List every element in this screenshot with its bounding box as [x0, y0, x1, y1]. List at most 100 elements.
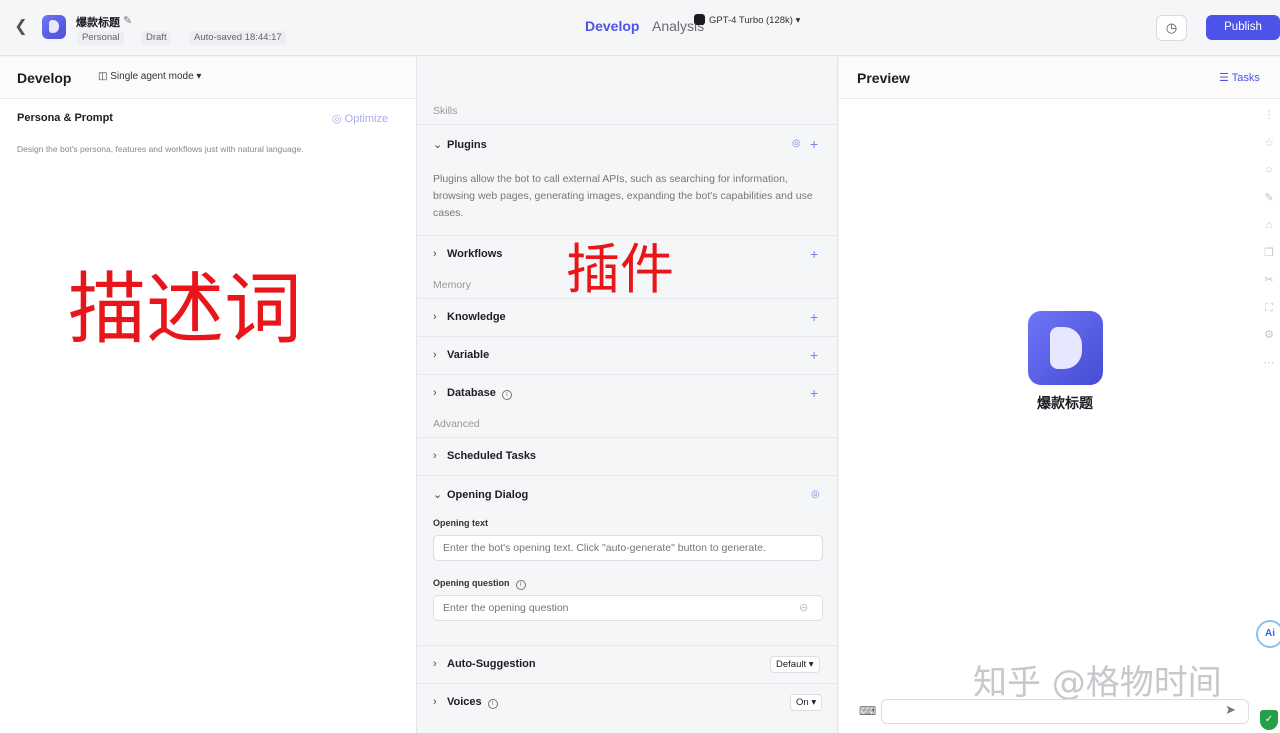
settings-icon[interactable]: ⚙ — [1258, 322, 1280, 350]
chat-bubble-icon[interactable]: ○ — [1258, 157, 1280, 185]
database-title: Database — [447, 387, 496, 399]
bot-avatar-large — [1028, 311, 1103, 385]
section-memory: Memory — [433, 279, 471, 291]
mode-label: Single agent mode — [110, 71, 194, 82]
section-skills: Skills — [433, 105, 458, 117]
add-variable-icon[interactable]: + — [810, 348, 818, 362]
opening-text-input[interactable] — [433, 535, 823, 561]
ai-assistant-badge[interactable]: Ai — [1256, 620, 1280, 648]
caret-down-icon: ▾ — [795, 15, 801, 26]
tasks-icon: ☰ — [1219, 72, 1229, 84]
auto-suggestion-value: Default — [776, 659, 807, 670]
opening-dialog-toggle[interactable]: ⌄ Opening Dialog — [433, 488, 528, 501]
variable-row[interactable]: › Variable + — [418, 336, 838, 374]
auto-suggestion-row[interactable]: › Auto-Suggestion Default ▾ — [418, 645, 838, 683]
more-icon[interactable]: ⋯ — [1258, 350, 1280, 378]
edit-icon[interactable]: ✎ — [123, 14, 132, 27]
knowledge-row[interactable]: › Knowledge + — [418, 298, 838, 336]
chevron-down-icon: ⌄ — [433, 489, 443, 501]
tasks-button[interactable]: ☰ Tasks — [1219, 71, 1260, 84]
optimize-icon: ◎ — [332, 113, 342, 125]
caret-down-icon: ▾ — [196, 71, 202, 82]
add-plugin-icon[interactable]: + — [810, 137, 818, 151]
auto-generate-icon[interactable]: ◎ — [811, 489, 820, 500]
opening-text-label: Opening text — [433, 518, 489, 528]
side-toolbar: ⋮ ☆ ○ ✎ ⌂ ❐ ✂ ⛶ ⚙ ⋯ — [1258, 102, 1280, 377]
preview-panel: Preview ☰ Tasks 爆款标题 ⋮ ☆ ○ ✎ ⌂ ❐ ✂ ⛶ ⚙ ⋯… — [839, 57, 1280, 733]
add-knowledge-icon[interactable]: + — [810, 310, 818, 324]
watermark: 知乎 @格物时间 — [973, 663, 1222, 703]
auto-suggestion-select[interactable]: Default ▾ — [770, 656, 820, 673]
model-icon — [694, 14, 705, 25]
tab-develop[interactable]: Develop — [585, 18, 639, 34]
bot-name: 爆款标题 — [76, 17, 120, 29]
optimize-label: Optimize — [344, 113, 389, 125]
voices-select[interactable]: On ▾ — [790, 694, 823, 711]
plugins-toggle[interactable]: ⌄ Plugins — [433, 138, 487, 151]
optimize-button[interactable]: ◎ Optimize — [332, 112, 388, 125]
chevron-right-icon: › — [433, 311, 437, 323]
top-bar: ❮ 爆款标题 ✎ Personal Draft Auto-saved 18:44… — [0, 0, 1280, 56]
grid-dots-icon[interactable]: ⋮ — [1258, 102, 1280, 130]
info-icon[interactable]: i — [515, 580, 526, 590]
bot-avatar — [42, 15, 66, 39]
auto-generate-icon[interactable]: ◎ — [792, 138, 801, 149]
chat-input[interactable] — [881, 699, 1249, 724]
tag-personal: Personal — [78, 31, 124, 45]
keyboard-icon[interactable]: ⌨ — [859, 704, 876, 718]
model-select[interactable]: GPT-4 Turbo (128k) ▾ — [694, 14, 800, 26]
mode-select[interactable]: ◫ Single agent mode ▾ — [98, 71, 201, 82]
pen-icon[interactable]: ✎ — [1258, 185, 1280, 213]
preview-header: Preview ☰ Tasks — [839, 57, 1280, 99]
star-icon[interactable]: ☆ — [1258, 130, 1280, 158]
scheduled-tasks-row[interactable]: › Scheduled Tasks — [418, 437, 838, 475]
persona-title: Persona & Prompt — [17, 112, 113, 124]
info-icon[interactable]: i — [501, 390, 512, 400]
voices-title: Voices — [447, 696, 482, 708]
add-database-icon[interactable]: + — [810, 386, 818, 400]
opening-question-input[interactable] — [433, 595, 823, 621]
remove-circle-icon[interactable]: ⊝ — [799, 601, 808, 614]
history-button[interactable]: ◷ — [1156, 15, 1187, 41]
shield-check-icon: ✓ — [1260, 710, 1278, 730]
copy-icon[interactable]: ❐ — [1258, 240, 1280, 268]
knowledge-title: Knowledge — [447, 311, 506, 323]
annotation-prompt: 描述词 — [68, 265, 303, 355]
chevron-right-icon: › — [433, 658, 437, 670]
plugins-title: Plugins — [447, 139, 487, 151]
chevron-right-icon: › — [433, 387, 437, 399]
chevron-right-icon: › — [433, 248, 437, 260]
history-icon: ◷ — [1165, 20, 1178, 35]
tag-autosaved: Auto-saved 18:44:17 — [190, 31, 286, 45]
workflows-row[interactable]: › Workflows + — [418, 235, 838, 273]
voices-value: On — [796, 697, 809, 708]
workflows-title: Workflows — [447, 248, 503, 260]
caret-down-icon: ▾ — [808, 659, 814, 670]
info-icon[interactable]: i — [487, 699, 498, 709]
develop-panel: Develop ◫ Single agent mode ▾ Persona & … — [0, 57, 417, 733]
tag-draft: Draft — [142, 31, 171, 45]
persona-placeholder[interactable]: Design the bot's persona, features and w… — [17, 144, 304, 154]
variable-title: Variable — [447, 349, 490, 361]
expand-icon[interactable]: ⛶ — [1258, 295, 1280, 323]
send-icon[interactable]: ➤ — [1225, 702, 1236, 718]
publish-button[interactable]: Publish — [1206, 15, 1280, 40]
section-advanced: Advanced — [433, 418, 480, 430]
chevron-right-icon: › — [433, 349, 437, 361]
caret-down-icon: ▾ — [811, 697, 817, 708]
scissors-icon[interactable]: ✂ — [1258, 267, 1280, 295]
model-label: GPT-4 Turbo (128k) — [709, 15, 793, 26]
agent-mode-icon: ◫ — [98, 71, 108, 82]
develop-header: Develop ◫ Single agent mode ▾ — [0, 57, 416, 99]
database-row[interactable]: › Database i + — [418, 374, 838, 412]
develop-title: Develop — [17, 70, 72, 86]
auto-suggestion-title: Auto-Suggestion — [447, 658, 536, 670]
home-icon[interactable]: ⌂ — [1258, 212, 1280, 240]
add-workflow-icon[interactable]: + — [810, 247, 818, 261]
chevron-left-icon[interactable]: ❮ — [12, 18, 30, 36]
preview-title: Preview — [857, 70, 910, 86]
voices-row[interactable]: › Voices i On ▾ — [418, 683, 838, 733]
tasks-label: Tasks — [1231, 72, 1260, 84]
plugins-description: Plugins allow the bot to call external A… — [433, 173, 813, 219]
preview-bot-name: 爆款标题 — [1037, 395, 1093, 411]
